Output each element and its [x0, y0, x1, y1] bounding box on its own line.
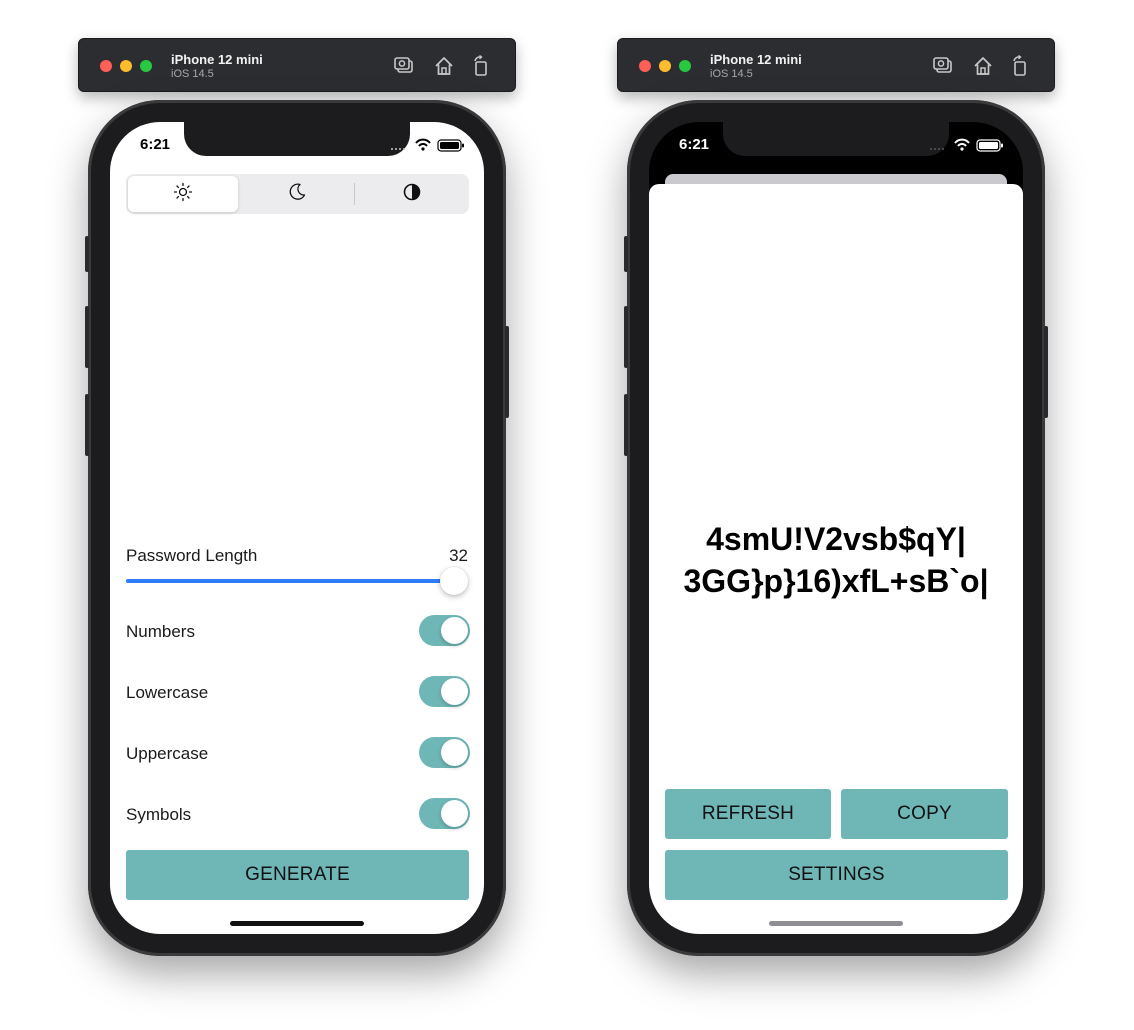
- home-indicator[interactable]: [230, 921, 364, 926]
- lowercase-label: Lowercase: [126, 683, 209, 702]
- volume-up-button: [85, 306, 89, 368]
- status-indicators: [929, 138, 1007, 152]
- volume-down-button: [624, 394, 628, 456]
- minimize-window-button[interactable]: [659, 60, 671, 72]
- password-line-2: 3GG}p}16)xfL+sB`o|: [683, 563, 989, 599]
- status-indicators: [390, 138, 468, 152]
- status-time: 6:21: [140, 136, 171, 153]
- segment-dark[interactable]: [240, 176, 354, 212]
- home-icon[interactable]: [433, 55, 455, 77]
- password-length-value: 32: [449, 546, 468, 565]
- status-time: 6:21: [679, 136, 710, 153]
- generated-password: 4smU!V2vsb$qY| 3GG}p}16)xfL+sB`o|: [649, 518, 1023, 602]
- moon-icon: [287, 182, 307, 207]
- uppercase-label: Uppercase: [126, 744, 209, 763]
- rotate-icon[interactable]: [1009, 54, 1031, 77]
- numbers-label: Numbers: [126, 622, 195, 641]
- numbers-toggle[interactable]: [419, 615, 470, 646]
- device-name: iPhone 12 mini: [171, 52, 263, 67]
- copy-button[interactable]: COPY: [841, 789, 1008, 839]
- segment-system[interactable]: [356, 176, 467, 212]
- toggle-knob: [441, 739, 468, 766]
- notch: [723, 122, 949, 156]
- symbols-toggle[interactable]: [419, 798, 470, 829]
- mute-switch: [85, 236, 89, 272]
- segment-light[interactable]: [128, 176, 238, 212]
- symbols-label: Symbols: [126, 805, 192, 824]
- close-window-button[interactable]: [100, 60, 112, 72]
- volume-up-button: [624, 306, 628, 368]
- segment-divider: [354, 183, 355, 205]
- iphone-frame: 6:21 Password Length 32 Numbers Lowercas…: [85, 100, 509, 956]
- password-line-1: 4smU!V2vsb$qY|: [706, 521, 966, 557]
- os-version: iOS 14.5: [171, 68, 214, 80]
- power-button: [505, 326, 509, 418]
- device-screen: 6:21 4smU!V2vsb$qY| 3GG}p}16)xfL+sB`o| R…: [649, 122, 1023, 934]
- rotate-icon[interactable]: [470, 54, 492, 77]
- notch: [184, 122, 410, 156]
- generate-button[interactable]: GENERATE: [126, 850, 469, 900]
- simulator-titlebar: iPhone 12 mini iOS 14.5: [617, 38, 1055, 92]
- toggle-knob: [441, 678, 468, 705]
- power-button: [1044, 326, 1048, 418]
- uppercase-toggle[interactable]: [419, 737, 470, 768]
- settings-button[interactable]: SETTINGS: [665, 850, 1008, 900]
- toggle-knob: [441, 800, 468, 827]
- contrast-icon: [402, 182, 422, 207]
- screenshot-icon[interactable]: [932, 55, 954, 77]
- home-icon[interactable]: [972, 55, 994, 77]
- lowercase-toggle[interactable]: [419, 676, 470, 707]
- zoom-window-button[interactable]: [679, 60, 691, 72]
- password-length-label: Password Length: [126, 546, 258, 565]
- device-screen: 6:21 Password Length 32 Numbers Lowercas…: [110, 122, 484, 934]
- password-length-slider-track[interactable]: [126, 579, 456, 583]
- screenshot-icon[interactable]: [393, 55, 415, 77]
- device-name: iPhone 12 mini: [710, 52, 802, 67]
- toggle-knob: [441, 617, 468, 644]
- sun-icon: [173, 182, 193, 207]
- volume-down-button: [85, 394, 89, 456]
- close-window-button[interactable]: [639, 60, 651, 72]
- home-indicator[interactable]: [769, 921, 903, 926]
- password-length-slider-thumb[interactable]: [440, 567, 468, 595]
- iphone-frame: 6:21 4smU!V2vsb$qY| 3GG}p}16)xfL+sB`o| R…: [624, 100, 1048, 956]
- minimize-window-button[interactable]: [120, 60, 132, 72]
- os-version: iOS 14.5: [710, 68, 753, 80]
- simulator-titlebar: iPhone 12 mini iOS 14.5: [78, 38, 516, 92]
- mute-switch: [624, 236, 628, 272]
- appearance-segmented-control: [126, 174, 469, 214]
- refresh-button[interactable]: REFRESH: [665, 789, 831, 839]
- password-sheet: 4smU!V2vsb$qY| 3GG}p}16)xfL+sB`o| REFRES…: [649, 184, 1023, 934]
- zoom-window-button[interactable]: [140, 60, 152, 72]
